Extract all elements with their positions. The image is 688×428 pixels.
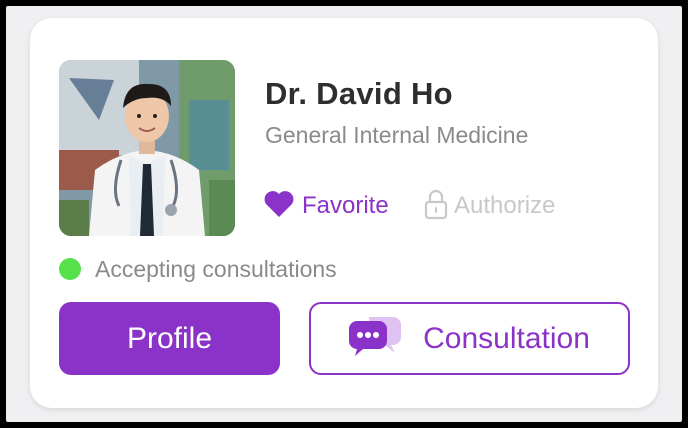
chat-bubbles-icon xyxy=(349,313,402,365)
availability-status: Accepting consultations xyxy=(59,254,337,284)
availability-label: Accepting consultations xyxy=(95,255,337,282)
profile-button[interactable]: Profile xyxy=(59,302,280,375)
doctor-name: Dr. David Ho xyxy=(265,76,453,111)
heart-icon xyxy=(264,190,294,223)
doctor-photo xyxy=(59,60,235,236)
favorite-label: Favorite xyxy=(302,192,389,219)
authorize-label: Authorize xyxy=(454,192,556,219)
doctor-avatar xyxy=(59,60,235,236)
favorite-button[interactable]: Favorite xyxy=(264,188,389,224)
consultation-button[interactable]: Consultation xyxy=(309,302,630,375)
app-background: Dr. David Ho General Internal Medicine F… xyxy=(6,6,682,422)
consultation-label: Consultation xyxy=(423,321,590,355)
authorize-button[interactable]: Authorize xyxy=(424,188,555,224)
lock-icon xyxy=(424,188,448,225)
online-status-dot xyxy=(59,258,81,280)
doctor-specialty: General Internal Medicine xyxy=(265,122,529,148)
doctor-card: Dr. David Ho General Internal Medicine F… xyxy=(30,18,658,408)
